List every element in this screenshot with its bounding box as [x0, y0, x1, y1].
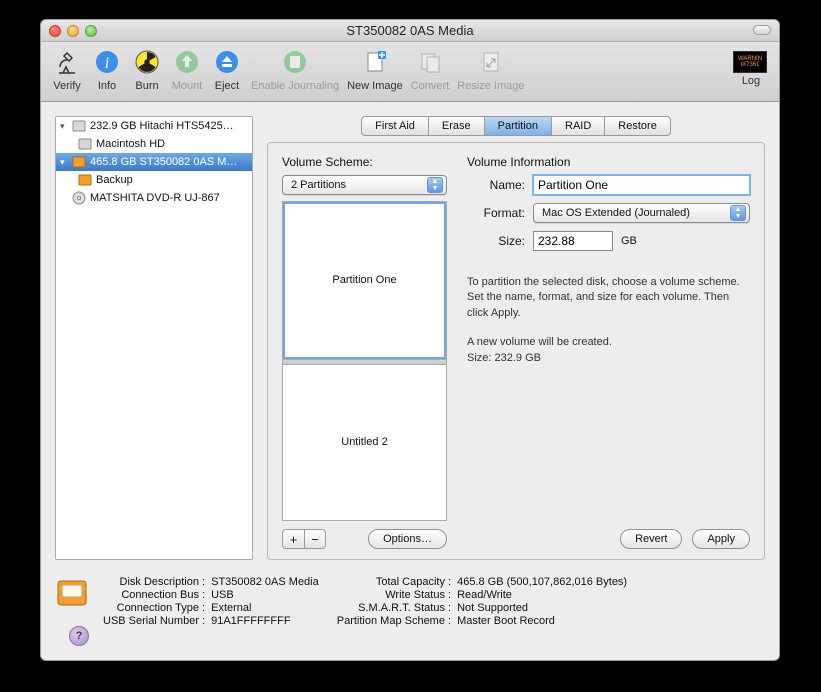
volume-info-heading: Volume Information	[467, 155, 750, 169]
name-label: Name:	[467, 178, 525, 192]
arrow-up-icon	[171, 46, 203, 78]
partition-block-0[interactable]: Partition One	[283, 202, 446, 359]
resize-image-button: Resize Image	[453, 46, 528, 92]
toolbar: Verify i Info Burn Mount Eject	[41, 42, 779, 102]
window-title: ST350082 0AS Media	[41, 23, 779, 38]
new-image-button[interactable]: New Image	[343, 46, 407, 92]
radiation-icon	[131, 46, 163, 78]
sidebar-item-volume-1[interactable]: Backup	[56, 171, 252, 189]
volume-scheme-popup[interactable]: 2 Partitions ▲▼	[282, 175, 447, 195]
options-button[interactable]: Options…	[368, 529, 447, 549]
footer-left-column: Disk DescriptionST350082 0AS Media Conne…	[103, 576, 319, 627]
tab-raid[interactable]: RAID	[551, 116, 604, 136]
size-label: Size:	[467, 234, 525, 248]
tab-restore[interactable]: Restore	[604, 116, 671, 136]
hdd-icon	[78, 137, 92, 151]
sidebar-item-disk-1[interactable]: ▾ 465.8 GB ST350082 0AS M…	[56, 153, 252, 171]
enable-journaling-button: Enable Journaling	[247, 46, 343, 92]
format-label: Format:	[467, 206, 525, 220]
size-field[interactable]	[533, 231, 613, 251]
titlebar: ST350082 0AS Media	[41, 20, 779, 42]
volume-scheme-label: Volume Scheme:	[282, 155, 447, 169]
resize-icon	[475, 46, 507, 78]
size-unit: GB	[621, 235, 637, 247]
disk-utility-window: ST350082 0AS Media Verify i Info Burn	[40, 19, 780, 661]
verify-button[interactable]: Verify	[47, 46, 87, 92]
help-text: To partition the selected disk, choose a…	[467, 275, 750, 321]
info-button[interactable]: i Info	[87, 46, 127, 92]
volume-name-field[interactable]	[533, 175, 750, 195]
microscope-icon	[51, 46, 83, 78]
add-partition-button[interactable]: +	[282, 529, 304, 549]
external-drive-icon	[78, 173, 92, 187]
burn-button[interactable]: Burn	[127, 46, 167, 92]
sidebar-item-optical[interactable]: MATSHITA DVD-R UJ-867	[56, 189, 252, 207]
eject-button[interactable]: Eject	[207, 46, 247, 92]
tab-first-aid[interactable]: First Aid	[361, 116, 428, 136]
mount-button: Mount	[167, 46, 207, 92]
external-drive-icon	[72, 155, 86, 169]
disclosure-triangle-icon[interactable]: ▾	[60, 121, 68, 132]
journal-icon	[279, 46, 311, 78]
sidebar-item-volume-0[interactable]: Macintosh HD	[56, 135, 252, 153]
partition-layout[interactable]: Partition One Untitled 2	[282, 201, 447, 521]
tab-bar: First Aid Erase Partition RAID Restore	[267, 116, 765, 136]
format-popup[interactable]: Mac OS Extended (Journaled) ▲▼	[533, 203, 750, 223]
tab-erase[interactable]: Erase	[428, 116, 484, 136]
convert-button: Convert	[407, 46, 454, 92]
toolbar-toggle-icon[interactable]	[753, 25, 771, 35]
hdd-icon	[72, 119, 86, 133]
svg-text:i: i	[105, 55, 109, 72]
apply-button[interactable]: Apply	[692, 529, 750, 549]
device-sidebar[interactable]: ▾ 232.9 GB Hitachi HTS5425… Macintosh HD…	[55, 116, 253, 560]
log-button[interactable]: WARNINIX7361 Log	[729, 46, 773, 87]
revert-button[interactable]: Revert	[620, 529, 682, 549]
info-icon: i	[91, 46, 123, 78]
external-drive-icon	[55, 576, 89, 610]
tab-partition[interactable]: Partition	[484, 116, 551, 136]
new-document-icon	[359, 46, 391, 78]
help-button[interactable]: ?	[69, 626, 89, 646]
footer: ? Disk DescriptionST350082 0AS Media Con…	[41, 568, 779, 660]
footer-right-column: Total Capacity465.8 GB (500,107,862,016 …	[337, 576, 627, 627]
convert-icon	[414, 46, 446, 78]
partition-panel: Volume Scheme: 2 Partitions ▲▼ Partition…	[267, 142, 765, 560]
status-text: A new volume will be created. Size: 232.…	[467, 335, 750, 366]
remove-partition-button[interactable]: −	[304, 529, 326, 549]
optical-drive-icon	[72, 191, 86, 205]
chevrons-icon: ▲▼	[427, 177, 443, 193]
eject-icon	[211, 46, 243, 78]
disclosure-triangle-icon[interactable]: ▾	[60, 157, 68, 168]
partition-block-1[interactable]: Untitled 2	[283, 365, 446, 521]
sidebar-item-disk-0[interactable]: ▾ 232.9 GB Hitachi HTS5425…	[56, 117, 252, 135]
chevrons-icon: ▲▼	[730, 205, 746, 221]
warning-icon: WARNINIX7361	[733, 51, 767, 73]
